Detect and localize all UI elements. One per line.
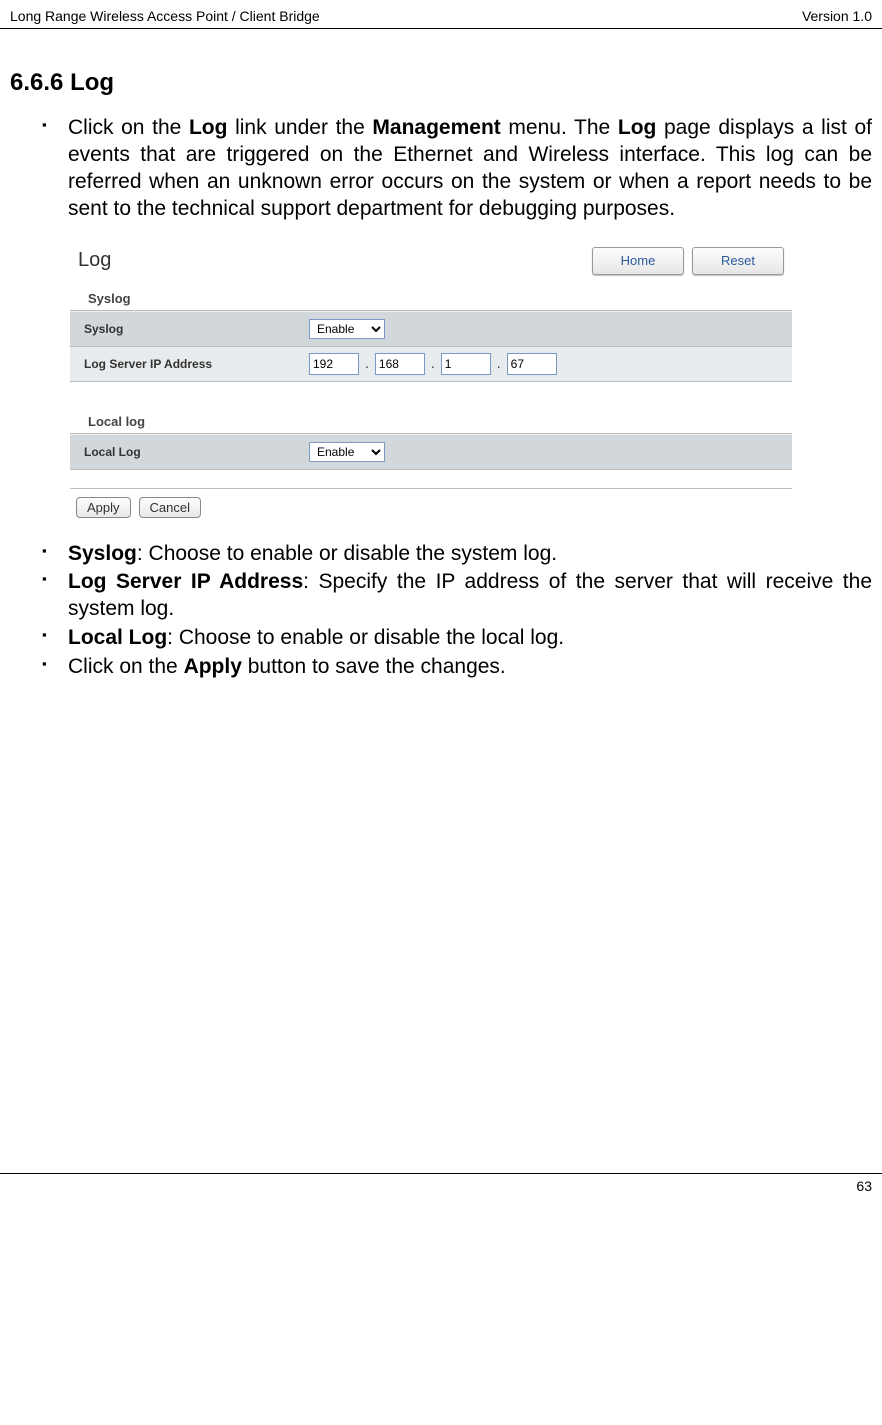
- ip-octet-1[interactable]: [309, 353, 359, 375]
- bold: Apply: [184, 655, 242, 678]
- bullet-icon: ▪: [42, 571, 47, 586]
- bullet-icon: ▪: [42, 656, 47, 671]
- ip-octet-2[interactable]: [375, 353, 425, 375]
- syslog-row: Syslog Enable: [70, 311, 792, 347]
- bold-management: Management: [372, 116, 500, 139]
- text: button to save the changes.: [242, 655, 506, 678]
- header-right: Version 1.0: [802, 8, 872, 24]
- ip-dot: .: [361, 355, 373, 371]
- ip-dot: .: [427, 355, 439, 371]
- syslog-label: Syslog: [84, 322, 309, 336]
- text: : Choose to enable or disable the system…: [137, 542, 557, 565]
- screenshot-title: Log: [78, 249, 111, 272]
- local-section-label: Local log: [70, 404, 792, 434]
- content: 6.6.6 Log ▪ Click on the Log link under …: [0, 29, 882, 703]
- ip-dot: .: [493, 355, 505, 371]
- section-title: Log: [70, 69, 114, 96]
- page-footer: 63: [0, 1173, 882, 1198]
- bullet-apply: Click on the Apply button to save the ch…: [68, 654, 872, 681]
- bold-log2: Log: [618, 116, 656, 139]
- local-log-label: Local Log: [84, 445, 309, 459]
- bullet-icon: ▪: [42, 627, 47, 642]
- reset-button[interactable]: Reset: [692, 247, 784, 275]
- home-button[interactable]: Home: [592, 247, 684, 275]
- text: Click on the: [68, 655, 184, 678]
- text: menu. The: [501, 116, 618, 139]
- local-log-select[interactable]: Enable: [309, 442, 385, 462]
- bold: Log Server IP Address: [68, 570, 303, 593]
- syslog-select[interactable]: Enable: [309, 319, 385, 339]
- section-number: 6.6.6: [10, 69, 63, 96]
- section-heading: 6.6.6 Log: [10, 69, 872, 97]
- intro-block: ▪ Click on the Log link under the Manage…: [68, 115, 872, 223]
- apply-button[interactable]: Apply: [76, 497, 131, 518]
- screenshot-footer: Apply Cancel: [70, 488, 792, 523]
- bullet-icon: ▪: [42, 543, 47, 558]
- ip-label: Log Server IP Address: [84, 357, 309, 371]
- page-header: Long Range Wireless Access Point / Clien…: [0, 0, 882, 29]
- bullet-local: Local Log: Choose to enable or disable t…: [68, 625, 872, 652]
- ip-group: . . .: [309, 353, 557, 375]
- bullet-list: ▪ Syslog: Choose to enable or disable th…: [68, 541, 872, 681]
- syslog-section-label: Syslog: [70, 281, 792, 311]
- bold: Local Log: [68, 626, 167, 649]
- ip-octet-4[interactable]: [507, 353, 557, 375]
- bullet-ip: Log Server IP Address: Specify the IP ad…: [68, 569, 872, 623]
- ip-octet-3[interactable]: [441, 353, 491, 375]
- bullet-icon: ▪: [42, 117, 47, 132]
- ip-row: Log Server IP Address . . .: [70, 347, 792, 382]
- page-number: 63: [856, 1178, 872, 1194]
- text: : Choose to enable or disable the local …: [167, 626, 564, 649]
- cancel-button[interactable]: Cancel: [139, 497, 201, 518]
- bold: Syslog: [68, 542, 137, 565]
- bullet-syslog: Syslog: Choose to enable or disable the …: [68, 541, 872, 568]
- intro-text: Click on the Log link under the Manageme…: [68, 115, 872, 223]
- text: link under the: [227, 116, 372, 139]
- screenshot-header: Log Home Reset: [60, 241, 802, 281]
- header-left: Long Range Wireless Access Point / Clien…: [10, 8, 320, 24]
- local-log-row: Local Log Enable: [70, 434, 792, 470]
- text: Click on the: [68, 116, 189, 139]
- bold-log: Log: [189, 116, 227, 139]
- embedded-screenshot: Log Home Reset Syslog Syslog Enable Log …: [60, 241, 802, 523]
